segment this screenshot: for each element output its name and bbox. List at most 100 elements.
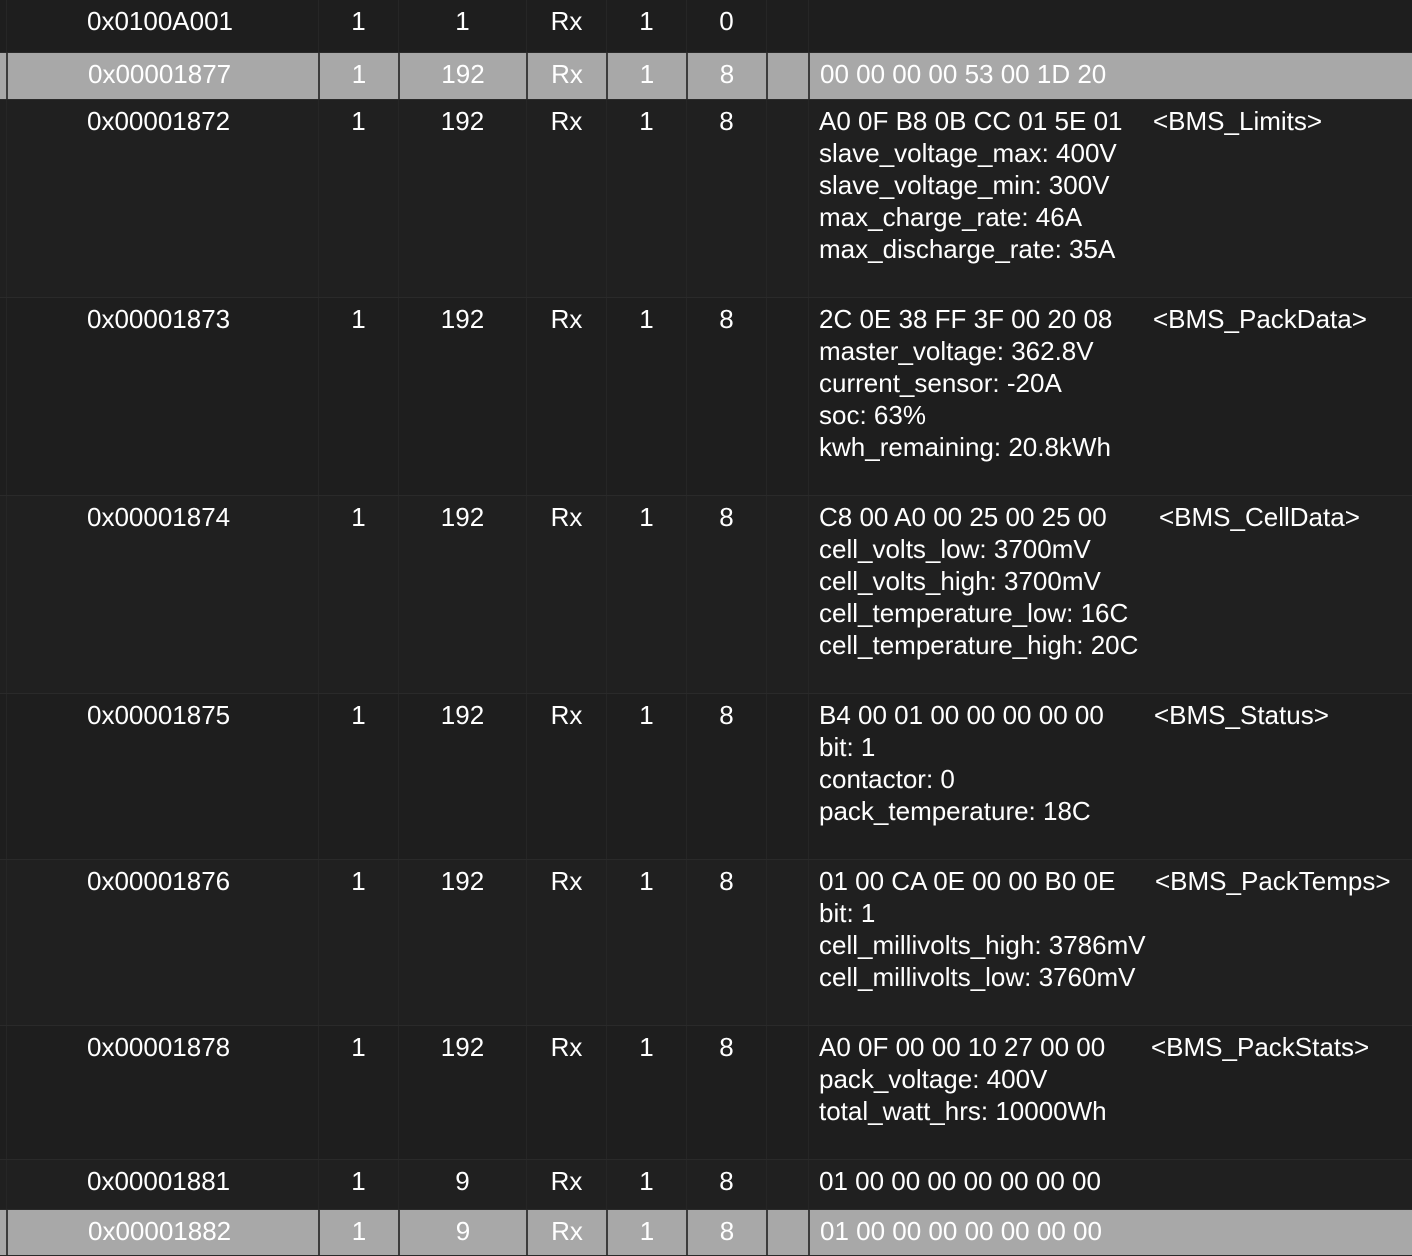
channel: 1 <box>351 1032 366 1062</box>
channel-cell: 1 <box>318 53 398 99</box>
node-count: 192 <box>440 106 485 136</box>
table-row[interactable]: 0x00001881 1 9 Rx 1 8 01 00 00 00 00 00 00 00 <box>0 1160 1412 1210</box>
signal-value: slave_voltage_min: 300V <box>819 170 1110 200</box>
node-count-cell: 192 <box>398 496 526 693</box>
table-row[interactable]: 0x00001877 1 192 Rx 1 8 00 00 00 00 53 00 1D 2… <box>0 53 1412 100</box>
flag-cell: 1 <box>606 1026 686 1159</box>
decoded-signals: slave_voltage_max: 400V slave_voltage_min… <box>819 137 1117 265</box>
payload-bytes-cell: A0 0F B8 0B CC 01 5E 01 <BMS_Limits> slave… <box>808 100 1412 297</box>
decoded-signals: master_voltage: 362.8V current_sensor: -2… <box>819 335 1111 463</box>
dlc: 8 <box>719 1166 734 1196</box>
dlc-cell: 8 <box>686 100 766 297</box>
flag-cell: 1 <box>606 1210 686 1255</box>
decoded-message-name: <BMS_Status> <box>1154 700 1329 730</box>
channel-cell: 1 <box>318 496 398 693</box>
node-count-cell: 9 <box>398 1160 526 1209</box>
direction: Rx <box>550 106 583 136</box>
message-id-cell: 0x00001874 <box>6 496 318 693</box>
channel: 1 <box>351 1216 367 1246</box>
table-row[interactable]: 0x00001875 1 192 Rx 1 8 B4 00 01 00 00 00 00 0… <box>0 694 1412 860</box>
dlc: 8 <box>719 1216 735 1246</box>
spacer-cell <box>766 53 808 99</box>
node-count-cell: 192 <box>398 298 526 495</box>
flag: 1 <box>639 59 655 89</box>
dlc-cell: 8 <box>686 298 766 495</box>
can-message-table: 0x0100A001 1 1 Rx 1 0 0x00001877 1 192 Rx 1 8 00 00 … <box>0 0 1412 1256</box>
channel-cell: 1 <box>318 298 398 495</box>
node-count: 192 <box>440 700 485 730</box>
table-row[interactable]: 0x00001878 1 192 Rx 1 8 A0 0F 00 00 10 27 00 0… <box>0 1026 1412 1160</box>
dlc: 8 <box>719 502 734 532</box>
direction-cell: Rx <box>526 694 606 859</box>
table-row[interactable]: 0x00001876 1 192 Rx 1 8 01 00 CA 0E 00 00 B0 0… <box>0 860 1412 1026</box>
direction-cell: Rx <box>526 1210 606 1255</box>
spacer-cell <box>766 100 808 297</box>
table-row[interactable]: 0x00001873 1 192 Rx 1 8 2C 0E 38 FF 3F 00 20 0… <box>0 298 1412 496</box>
payload-bytes-cell: 00 00 00 00 53 00 1D 20 <box>808 53 1412 99</box>
channel: 1 <box>351 502 366 532</box>
direction-cell: Rx <box>526 53 606 99</box>
flag-cell: 1 <box>606 860 686 1025</box>
payload-bytes-cell: 01 00 00 00 00 00 00 00 <box>808 1210 1412 1255</box>
spacer-cell <box>766 0 808 52</box>
message-id-cell: 0x00001872 <box>6 100 318 297</box>
decoded-signals: pack_voltage: 400V total_watt_hrs: 10000W… <box>819 1063 1107 1127</box>
table-row[interactable]: 0x0100A001 1 1 Rx 1 0 <box>0 0 1412 53</box>
channel-cell: 1 <box>318 1026 398 1159</box>
signal-value: master_voltage: 362.8V <box>819 336 1094 366</box>
node-count-cell: 9 <box>398 1210 526 1255</box>
flag-cell: 1 <box>606 1160 686 1209</box>
decoded-message-name: <BMS_PackStats> <box>1151 1032 1370 1062</box>
direction: Rx <box>551 1216 583 1246</box>
node-count: 1 <box>455 6 470 36</box>
payload-bytes-cell: C8 00 A0 00 25 00 25 00 <BMS_CellData>cel… <box>808 496 1412 693</box>
node-count: 192 <box>440 304 485 334</box>
flag: 1 <box>639 502 654 532</box>
direction: Rx <box>550 304 583 334</box>
message-id-cell: 0x00001882 <box>6 1210 318 1255</box>
node-count-cell: 192 <box>398 53 526 99</box>
channel: 1 <box>351 106 366 136</box>
spacer-cell <box>766 694 808 859</box>
payload-bytes: C8 00 A0 00 25 00 25 00 <box>819 502 1107 532</box>
table-row[interactable]: 0x00001872 1 192 Rx 1 8 A0 0F B8 0B CC 01 5E 0… <box>0 100 1412 298</box>
payload-bytes: A0 0F B8 0B CC 01 5E 01 <box>819 106 1123 136</box>
direction: Rx <box>550 866 583 896</box>
flag: 1 <box>639 304 654 334</box>
message-id-cell: 0x00001881 <box>6 1160 318 1209</box>
node-count-cell: 192 <box>398 860 526 1025</box>
flag: 1 <box>639 1166 654 1196</box>
payload-bytes: 01 00 00 00 00 00 00 00 <box>820 1216 1102 1246</box>
signal-value: cell_millivolts_low: 3760mV <box>819 962 1136 992</box>
spacer-cell <box>766 1160 808 1209</box>
decoded-message-name: <BMS_PackData> <box>1153 304 1367 334</box>
table-row[interactable]: 0x00001874 1 192 Rx 1 8 C8 00 A0 00 25 00 25 0… <box>0 496 1412 694</box>
decoded-message-name: <BMS_CellData> <box>1159 502 1360 532</box>
signal-value: cell_volts_low: 3700mV <box>819 534 1091 564</box>
flag-cell: 1 <box>606 298 686 495</box>
payload-bytes-cell: B4 00 01 00 00 00 00 00 <BMS_Status> bit: … <box>808 694 1412 859</box>
message-id: 0x00001876 <box>87 866 231 896</box>
message-id: 0x00001878 <box>87 1032 231 1062</box>
node-count: 192 <box>441 59 485 89</box>
channel-cell: 1 <box>318 0 398 52</box>
spacer-cell <box>766 1026 808 1159</box>
payload-bytes: A0 0F 00 00 10 27 00 00 <box>819 1032 1106 1062</box>
message-id: 0x0100A001 <box>87 6 234 36</box>
table-row[interactable]: 0x00001882 1 9 Rx 1 8 01 00 00 00 00 00 00 00 <box>0 1210 1412 1256</box>
node-count-cell: 1 <box>398 0 526 52</box>
signal-value: cell_temperature_low: 16C <box>819 598 1129 628</box>
direction-cell: Rx <box>526 1026 606 1159</box>
decoded-signals: cell_volts_low: 3700mV cell_volts_high: 3… <box>819 533 1138 661</box>
direction-cell: Rx <box>526 0 606 52</box>
node-count: 192 <box>440 866 485 896</box>
flag: 1 <box>639 1032 654 1062</box>
direction: Rx <box>550 1166 583 1196</box>
signal-value: slave_voltage_max: 400V <box>819 138 1117 168</box>
message-id-cell: 0x0100A001 <box>6 0 318 52</box>
payload-bytes-cell: 2C 0E 38 FF 3F 00 20 08 <BMS_PackData> mas… <box>808 298 1412 495</box>
direction: Rx <box>550 700 583 730</box>
direction: Rx <box>551 59 583 89</box>
flag-cell: 1 <box>606 53 686 99</box>
channel-cell: 1 <box>318 100 398 297</box>
